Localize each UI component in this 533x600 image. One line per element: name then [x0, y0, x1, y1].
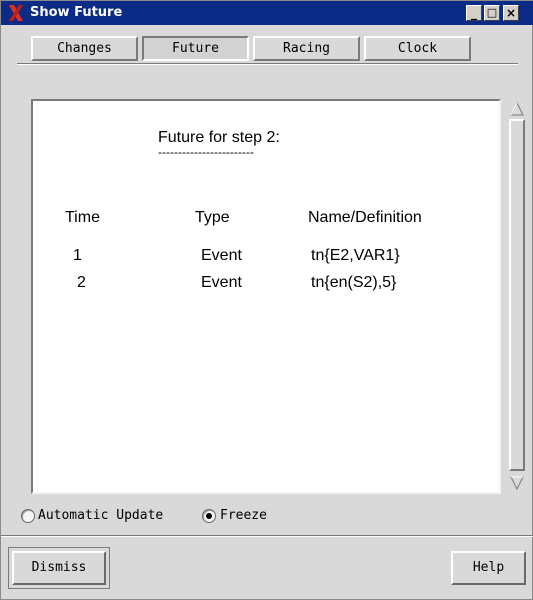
tab-changes[interactable]: Changes — [31, 36, 138, 61]
maximize-button[interactable]: □ — [484, 5, 500, 21]
row-2-time: 2 — [77, 274, 86, 291]
column-header-time: Time — [65, 209, 100, 226]
dismiss-button[interactable]: Dismiss — [12, 551, 106, 585]
minimize-button[interactable]: _ — [466, 5, 482, 21]
automatic-update-label[interactable]: Automatic Update — [38, 508, 163, 524]
column-header-name: Name/Definition — [308, 209, 422, 226]
vertical-scrollbar[interactable] — [508, 99, 526, 494]
tab-future[interactable]: Future — [142, 36, 249, 61]
row-2-type: Event — [201, 274, 242, 291]
x-logo-icon — [9, 5, 23, 21]
close-button[interactable]: × — [503, 5, 519, 21]
row-1-name: tn{E2,VAR1} — [311, 247, 400, 264]
freeze-radio[interactable] — [202, 509, 216, 523]
row-1-type: Event — [201, 247, 242, 264]
tab-divider — [17, 63, 518, 65]
tab-clock[interactable]: Clock — [364, 36, 471, 61]
radio-selected-dot — [206, 513, 212, 519]
tab-racing[interactable]: Racing — [253, 36, 360, 61]
automatic-update-radio[interactable] — [21, 509, 35, 523]
future-panel: Future for step 2: ---------------------… — [31, 99, 501, 494]
help-button[interactable]: Help — [451, 551, 526, 585]
footer-separator — [1, 535, 533, 537]
triangle-down-icon[interactable] — [509, 475, 525, 491]
title-bar[interactable]: Show Future _ □ × — [1, 1, 533, 25]
triangle-up-icon[interactable] — [509, 101, 525, 117]
window-title: Show Future — [30, 5, 123, 20]
freeze-label[interactable]: Freeze — [220, 508, 267, 524]
scroll-thumb[interactable] — [509, 119, 525, 471]
row-1-time: 1 — [73, 247, 82, 264]
show-future-window: Show Future _ □ × Changes Future Racing … — [0, 0, 533, 600]
row-2-name: tn{en(S2),5} — [311, 274, 397, 291]
heading-underline: ------------------------ — [158, 145, 254, 159]
column-header-type: Type — [195, 209, 230, 226]
